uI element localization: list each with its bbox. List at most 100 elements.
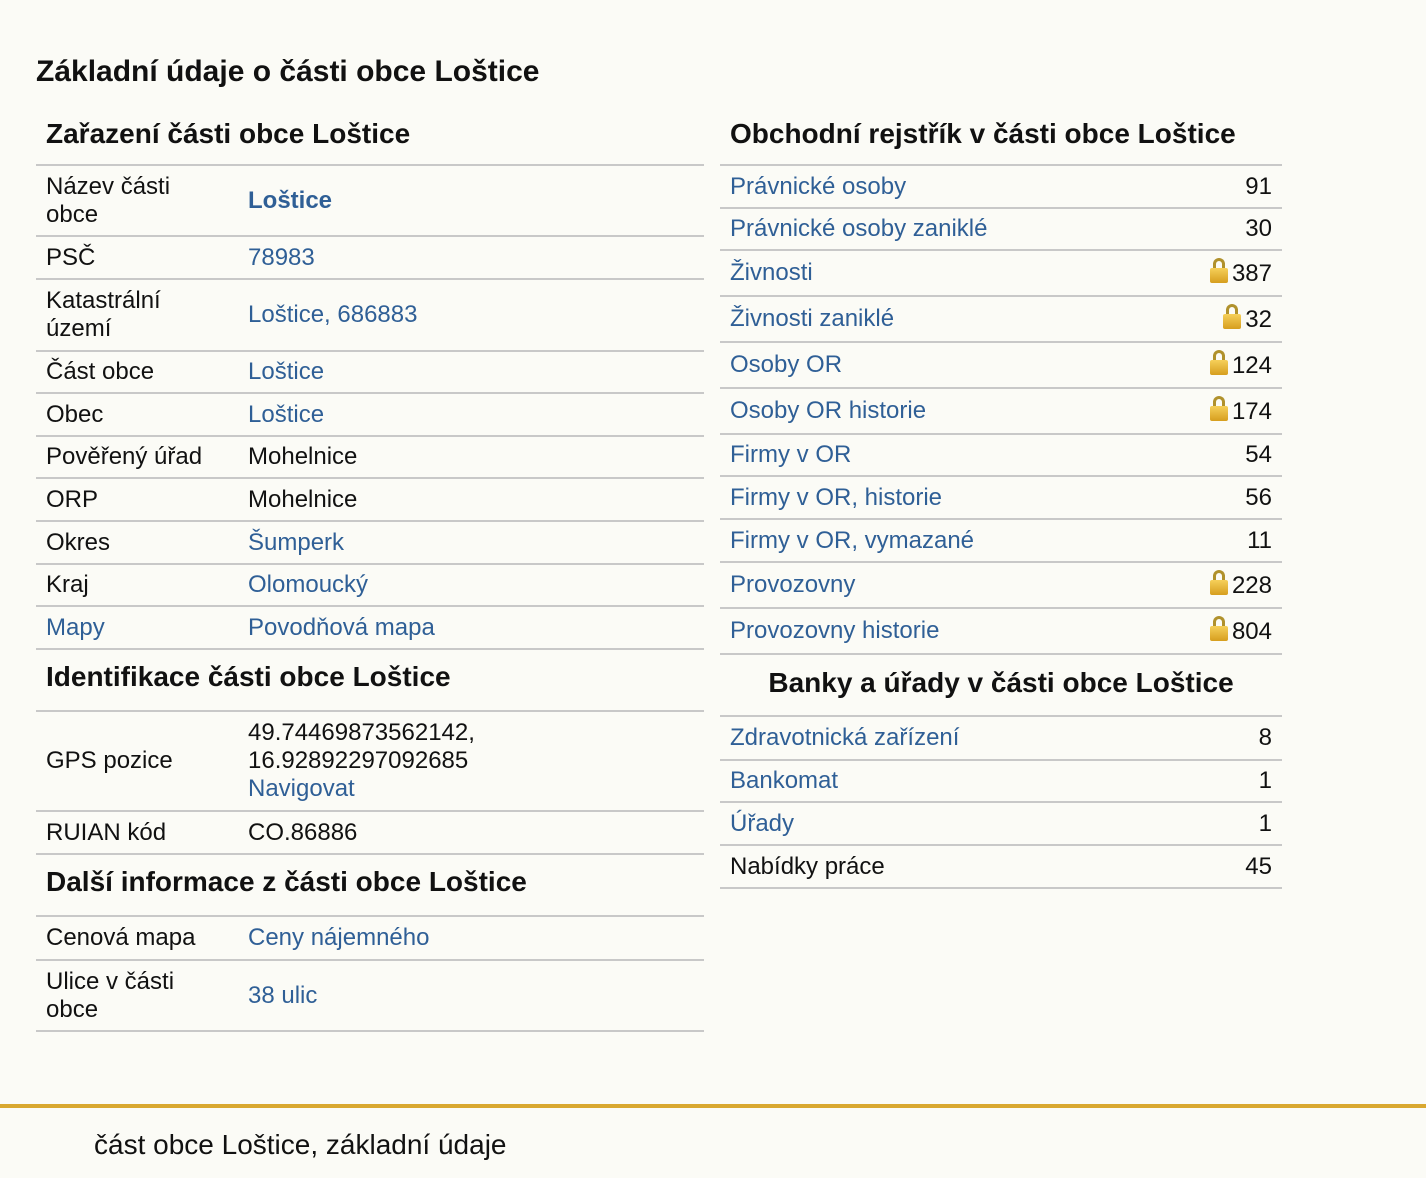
table-row: Živnosti zaniklé 32	[720, 296, 1282, 343]
zarazeni-table: Název části obce Loštice PSČ 78983 Katas…	[36, 166, 704, 650]
table-row: Provozovny 228	[720, 562, 1282, 609]
navigovat-link[interactable]: Navigovat	[248, 775, 355, 802]
table-row: Živnosti 387	[720, 250, 1282, 297]
kraj-link[interactable]: Olomoucký	[248, 571, 368, 598]
lock-icon	[1209, 616, 1228, 642]
zdravotnicka-zarizeni-link[interactable]: Zdravotnická zařízení	[730, 724, 959, 751]
gps-lat: 49.74469873562142,	[248, 719, 475, 746]
right-column: Obchodní rejstřík v části obce Loštice P…	[720, 112, 1282, 889]
row-label: Katastrální území	[36, 279, 238, 352]
firmy-v-or-historie-link[interactable]: Firmy v OR, historie	[730, 484, 942, 511]
table-row: Cenová mapa Ceny nájemného	[36, 917, 704, 961]
ceny-najemneho-link[interactable]: Ceny nájemného	[248, 924, 429, 951]
table-row: Bankomat 1	[720, 760, 1282, 803]
count-value: 1	[1258, 809, 1272, 837]
table-row: Právnické osoby 91	[720, 166, 1282, 209]
table-row: Katastrální území Loštice, 686883	[36, 279, 704, 352]
row-label: Cenová mapa	[36, 917, 238, 961]
pravnicke-osoby-zanikle-link[interactable]: Právnické osoby zaniklé	[730, 215, 987, 242]
table-row: Osoby OR 124	[720, 342, 1282, 389]
row-label: PSČ	[36, 236, 238, 280]
footer-text: část obce Loštice, základní údaje	[94, 1129, 507, 1160]
row-label: Okres	[36, 521, 238, 565]
count-value: 54	[1245, 441, 1272, 468]
count-value: 91	[1245, 172, 1272, 200]
count-value: 174	[1231, 398, 1272, 425]
lock-icon	[1209, 258, 1228, 284]
table-row: Právnické osoby zaniklé 30	[720, 208, 1282, 251]
osoby-or-historie-link[interactable]: Osoby OR historie	[730, 397, 926, 424]
count-value: 32	[1245, 306, 1272, 333]
table-row: Mapy Povodňová mapa	[36, 606, 704, 650]
table-row: Ulice v části obce 38 ulic	[36, 960, 704, 1032]
dalsi-title: Další informace z části obce Loštice	[36, 855, 704, 917]
orp-value: Mohelnice	[238, 478, 704, 522]
rejstrik-table: Právnické osoby 91 Právnické osoby zanik…	[720, 166, 1282, 655]
table-row: Okres Šumperk	[36, 521, 704, 565]
table-row: Nabídky práce 45	[720, 845, 1282, 889]
table-row: Název části obce Loštice	[36, 166, 704, 237]
row-label: ORP	[36, 478, 238, 522]
povodnova-mapa-link[interactable]: Povodňová mapa	[248, 614, 435, 641]
psc-link[interactable]: 78983	[248, 244, 315, 271]
footer-divider	[0, 1104, 1426, 1108]
provozovny-historie-link[interactable]: Provozovny historie	[730, 617, 939, 644]
count-value: 30	[1245, 215, 1272, 242]
table-row: Firmy v OR, historie 56	[720, 476, 1282, 520]
nazev-link[interactable]: Loštice	[248, 187, 332, 214]
table-row: PSČ 78983	[36, 236, 704, 280]
table-row: Provozovny historie 804	[720, 608, 1282, 655]
count-value: 45	[1245, 852, 1272, 880]
katastralni-uzemi-link[interactable]: Loštice, 686883	[248, 301, 417, 328]
count-value: 11	[1247, 526, 1272, 554]
zivnosti-link[interactable]: Živnosti	[730, 259, 813, 286]
rejstrik-title: Obchodní rejstřík v části obce Loštice	[720, 112, 1282, 166]
identifikace-title: Identifikace části obce Loštice	[36, 650, 704, 712]
lock-icon	[1223, 304, 1242, 330]
row-label: Obec	[36, 393, 238, 437]
banky-table: Zdravotnická zařízení 8 Bankomat 1 Úřady…	[720, 717, 1282, 889]
row-label: Ulice v části obce	[36, 960, 238, 1032]
lock-icon	[1209, 570, 1228, 596]
pravnicke-osoby-link[interactable]: Právnické osoby	[730, 173, 906, 200]
gps-lon: 16.92892297092685	[248, 747, 469, 774]
poverený-urad-value: Mohelnice	[238, 436, 704, 479]
count-value: 56	[1245, 483, 1272, 511]
count-value: 124	[1231, 352, 1272, 379]
firmy-v-or-link[interactable]: Firmy v OR	[730, 441, 851, 468]
row-label: GPS pozice	[36, 712, 238, 812]
row-label: Pověřený úřad	[36, 436, 238, 479]
row-label: Část obce	[36, 351, 238, 394]
bankomat-link[interactable]: Bankomat	[730, 767, 838, 794]
lock-icon	[1209, 396, 1228, 422]
zivnosti-zanikle-link[interactable]: Živnosti zaniklé	[730, 305, 894, 332]
count-value: 1	[1258, 767, 1272, 794]
banky-title: Banky a úřady v části obce Loštice	[720, 655, 1282, 717]
table-row: Zdravotnická zařízení 8	[720, 717, 1282, 761]
mapy-link[interactable]: Mapy	[46, 614, 105, 641]
count-value: 387	[1231, 260, 1272, 287]
table-row: Kraj Olomoucký	[36, 564, 704, 607]
count-value: 8	[1258, 724, 1272, 751]
row-label: RUIAN kód	[36, 811, 238, 855]
count-value: 804	[1231, 618, 1272, 645]
provozovny-link[interactable]: Provozovny	[730, 571, 855, 598]
urady-link[interactable]: Úřady	[730, 810, 794, 837]
table-row: Část obce Loštice	[36, 351, 704, 394]
firmy-v-or-vymazane-link[interactable]: Firmy v OR, vymazané	[730, 527, 974, 554]
page-title: Základní údaje o části obce Loštice	[36, 55, 540, 88]
table-row: RUIAN kód CO.86886	[36, 811, 704, 855]
obec-link[interactable]: Loštice	[248, 401, 324, 428]
table-row: ORP Mohelnice	[36, 478, 704, 522]
ulice-link[interactable]: 38 ulic	[248, 982, 317, 1009]
identifikace-table: GPS pozice 49.74469873562142, 16.9289229…	[36, 712, 704, 855]
okres-link[interactable]: Šumperk	[248, 529, 344, 556]
osoby-or-link[interactable]: Osoby OR	[730, 351, 842, 378]
table-row: Osoby OR historie 174	[720, 388, 1282, 435]
table-row: Firmy v OR 54	[720, 434, 1282, 477]
zarazeni-title: Zařazení části obce Loštice	[36, 112, 704, 166]
left-column: Zařazení části obce Loštice Název části …	[36, 112, 704, 1032]
table-row: Pověřený úřad Mohelnice	[36, 436, 704, 479]
cast-obce-link[interactable]: Loštice	[248, 358, 324, 385]
table-row: Obec Loštice	[36, 393, 704, 437]
